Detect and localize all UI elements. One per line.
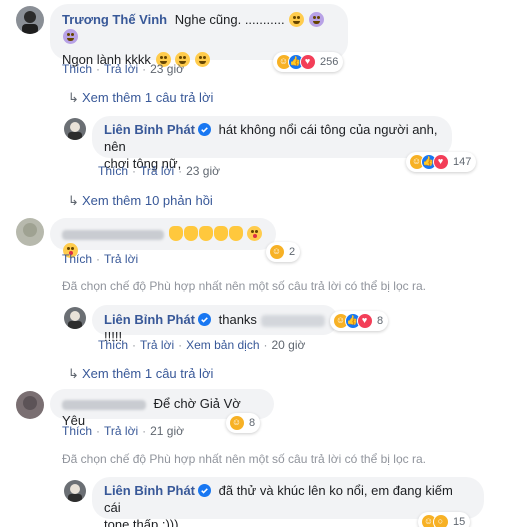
- timestamp[interactable]: 21 giờ: [150, 424, 184, 438]
- reaction-count: 256: [320, 56, 339, 68]
- avatar[interactable]: [64, 480, 86, 502]
- comment-author[interactable]: Trương Thế Vinh: [62, 12, 167, 27]
- reply-bubble: Liên Bỉnh Phát hát không nổi cái tông củ…: [92, 116, 452, 171]
- reply-link[interactable]: Trả lời: [140, 338, 174, 352]
- reaction-count: 8: [377, 315, 384, 327]
- love-reaction-icon: ♥: [300, 54, 316, 70]
- comment-text: thanks: [218, 312, 257, 327]
- avatar[interactable]: [16, 218, 44, 246]
- reply-arrow-icon: ↳: [68, 193, 79, 208]
- view-more-replies-link[interactable]: ↳ Xem thêm 10 phản hồi: [68, 193, 213, 209]
- avatar[interactable]: [64, 307, 86, 329]
- scared-emoji-icon: [63, 29, 78, 44]
- clap-emoji-icon: [168, 226, 183, 241]
- comment-actions: Thích · Trả lời · Xem bản dịch · 20 giờ: [98, 338, 306, 352]
- comment-actions: Thích · Trả lời: [62, 252, 139, 266]
- scared-emoji-icon: [308, 12, 324, 27]
- blurred-author-name: [62, 399, 146, 410]
- reply-link[interactable]: Trả lời: [104, 62, 138, 76]
- blurred-mention: [260, 314, 325, 327]
- comment-actions: Thích · Trả lời · 21 giờ: [62, 424, 184, 438]
- comment-author[interactable]: Liên Bỉnh Phát: [104, 122, 195, 137]
- view-more-replies-link[interactable]: ↳ Xem thêm 1 câu trả lời: [68, 366, 213, 382]
- verified-badge-icon: [198, 484, 211, 497]
- comment-author[interactable]: Liên Bỉnh Phát: [104, 312, 195, 327]
- blurred-author-name: [62, 229, 164, 240]
- filter-notice: Đã chọn chế độ Phù hợp nhất nên một số c…: [62, 452, 426, 466]
- reaction-summary[interactable]: ☺ 2: [266, 242, 301, 262]
- avatar[interactable]: [64, 118, 86, 140]
- reaction-summary[interactable]: ☺ 👍 ♥ 147: [406, 152, 477, 172]
- like-link[interactable]: Thích: [62, 252, 92, 266]
- clap-emoji-icon: [198, 226, 213, 241]
- haha-reaction-icon: ☺: [269, 244, 285, 260]
- reply-arrow-icon: ↳: [68, 366, 79, 381]
- reaction-count: 147: [453, 156, 472, 168]
- view-more-replies-link[interactable]: ↳ Xem thêm 1 câu trả lời: [68, 90, 213, 106]
- see-translation-link[interactable]: Xem bản dịch: [186, 338, 259, 352]
- comment-text: Nghe cũng. ...........: [174, 12, 285, 27]
- avatar[interactable]: [16, 6, 44, 34]
- comment-author[interactable]: Liên Bỉnh Phát: [104, 483, 195, 498]
- wow-reaction-icon: ○: [433, 514, 449, 527]
- timestamp[interactable]: 23 giờ: [150, 62, 184, 76]
- like-link[interactable]: Thích: [98, 164, 128, 178]
- haha-reaction-icon: ☺: [229, 415, 245, 431]
- thinking-emoji-icon: [289, 12, 305, 27]
- like-link[interactable]: Thích: [98, 338, 128, 352]
- reply-link[interactable]: Trả lời: [140, 164, 174, 178]
- reaction-summary[interactable]: ☺ 👍 ♥ 256: [273, 52, 344, 72]
- reply-link[interactable]: Trả lời: [104, 424, 138, 438]
- reaction-summary[interactable]: ☺ ○ 15: [418, 512, 471, 527]
- comment-actions: Thích · Trả lời · 23 giờ: [62, 62, 184, 76]
- filter-notice: Đã chọn chế độ Phù hợp nhất nên một số c…: [62, 279, 426, 293]
- reaction-count: 15: [453, 516, 466, 527]
- clap-emoji-icon: [228, 226, 243, 241]
- verified-badge-icon: [198, 313, 211, 326]
- timestamp[interactable]: 23 giờ: [186, 164, 220, 178]
- kiss-emoji-icon: [247, 226, 263, 241]
- reply-bubble: Liên Bỉnh Phát thanks !!!!!: [92, 305, 338, 344]
- clap-emoji-icon: [183, 226, 198, 241]
- comment-text: tone thấp :))): [104, 517, 179, 527]
- avatar[interactable]: [16, 391, 44, 419]
- reaction-summary[interactable]: ☺ 8: [226, 413, 261, 433]
- verified-badge-icon: [198, 123, 211, 136]
- clap-emoji-icon: [213, 226, 228, 241]
- reaction-count: 8: [249, 417, 256, 429]
- love-reaction-icon: ♥: [357, 313, 373, 329]
- reply-link[interactable]: Trả lời: [104, 252, 138, 266]
- timestamp[interactable]: 20 giờ: [272, 338, 306, 352]
- reaction-summary[interactable]: ☺ 👍 ♥ 8: [330, 311, 389, 331]
- comment-actions: Thích · Trả lời · 23 giờ: [98, 164, 220, 178]
- grin-emoji-icon: [194, 52, 210, 67]
- reaction-count: 2: [289, 246, 296, 258]
- like-link[interactable]: Thích: [62, 424, 92, 438]
- love-reaction-icon: ♥: [433, 154, 449, 170]
- comment-bubble: [50, 218, 276, 258]
- like-link[interactable]: Thích: [62, 62, 92, 76]
- reply-arrow-icon: ↳: [68, 90, 79, 105]
